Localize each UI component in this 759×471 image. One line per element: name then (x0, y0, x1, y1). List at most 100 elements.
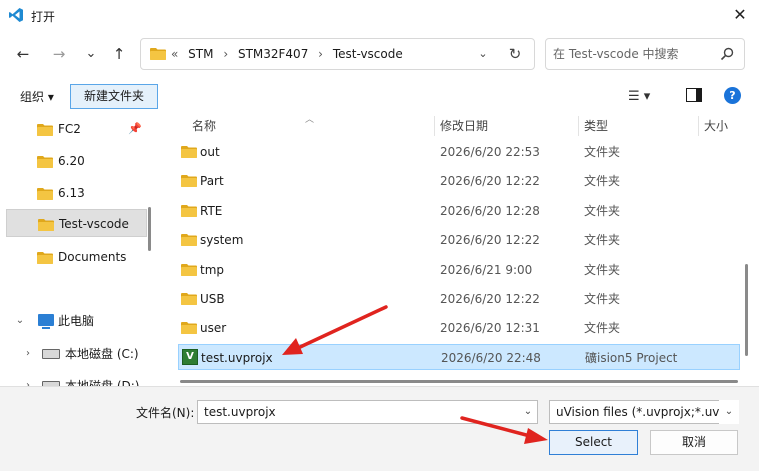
filetype-select[interactable]: uVision files (*.uvprojx;*.uvm (549, 400, 739, 424)
folder-icon (37, 188, 53, 200)
folder-icon (181, 322, 197, 334)
search-box[interactable]: 在 Test-vscode 中搜索 (545, 38, 745, 70)
vscode-logo-icon (9, 8, 23, 22)
chevron-down-icon[interactable]: ⌄ (719, 400, 739, 424)
chevron-down-icon[interactable]: ⌄ (518, 400, 538, 424)
file-date: 2026/6/20 12:28 (440, 204, 540, 218)
file-date: 2026/6/20 22:53 (440, 145, 540, 159)
file-type: 文件夹 (584, 233, 621, 247)
column-header-size[interactable]: 大小 (704, 114, 728, 138)
refresh-icon[interactable]: ↻ (503, 39, 527, 69)
file-date: 2026/6/20 12:22 (440, 292, 540, 306)
file-row-usb[interactable]: USB 2026/6/20 12:22 文件夹 (178, 286, 740, 312)
folder-icon (181, 264, 197, 276)
breadcrumb-separator[interactable]: › (318, 47, 323, 61)
sidebar-item-documents[interactable]: Documents (6, 243, 147, 271)
breadcrumb-item-stm[interactable]: STM (188, 47, 213, 61)
file-type: 文件夹 (584, 174, 621, 188)
sidebar-item-drive-c[interactable]: 本地磁盘 (C:) (6, 340, 147, 368)
column-divider[interactable] (578, 116, 579, 136)
command-toolbar: 组织 ▾ 新建文件夹 ☰ ▾ ? (0, 78, 759, 114)
folder-icon (181, 175, 197, 187)
column-header-type[interactable]: 类型 (584, 114, 608, 138)
sidebar-scrollbar[interactable] (148, 207, 151, 251)
organize-button[interactable]: 组织 ▾ (12, 86, 62, 108)
sidebar-item-label: 此电脑 (58, 314, 95, 328)
breadcrumb-item-stm32f407[interactable]: STM32F407 (238, 47, 308, 61)
folder-icon (181, 146, 197, 158)
breadcrumb-overflow[interactable]: « (171, 47, 178, 61)
cancel-button[interactable]: 取消 (650, 430, 738, 455)
breadcrumb-separator[interactable]: › (223, 47, 228, 61)
sidebar-item-drive-d[interactable]: 本地磁盘 (D:) (6, 372, 147, 386)
file-name: system (200, 233, 244, 247)
file-row-out[interactable]: out 2026/6/20 22:53 文件夹 (178, 139, 740, 165)
folder-icon (181, 234, 197, 246)
help-icon[interactable]: ? (724, 87, 741, 104)
navigation-pane: FC2 📌 6.20 6.13 Test-vscode Documents ⌄ … (0, 114, 158, 386)
sidebar-item-fc2[interactable]: FC2 📌 (6, 115, 147, 143)
file-row-system[interactable]: system 2026/6/20 12:22 文件夹 (178, 227, 740, 253)
address-bar[interactable]: « STM › STM32F407 › Test-vscode ⌄ ↻ (140, 38, 535, 70)
file-row-test-uvprojx[interactable]: Vtest.uvprojx 2026/6/20 22:48 礦ision5 Proj… (178, 344, 740, 370)
preview-pane-icon[interactable] (686, 88, 702, 102)
recent-locations-icon[interactable]: ⌄ (80, 43, 102, 65)
file-type: 文件夹 (584, 292, 621, 306)
column-header-name[interactable]: 名称 (192, 114, 216, 138)
file-name: out (200, 145, 220, 159)
search-icon[interactable] (720, 47, 734, 61)
chevron-down-icon[interactable]: ⌄ (473, 39, 493, 69)
breadcrumb-item-test-vscode[interactable]: Test-vscode (333, 47, 403, 61)
file-name: test.uvprojx (201, 351, 273, 365)
folder-icon (37, 124, 53, 136)
folder-icon (37, 252, 53, 264)
file-date: 2026/6/20 12:22 (440, 174, 540, 188)
file-name: tmp (200, 263, 225, 277)
sidebar-item-label: 6.20 (58, 154, 85, 168)
file-row-part[interactable]: Part 2026/6/20 12:22 文件夹 (178, 168, 740, 194)
horizontal-scrollbar[interactable] (180, 380, 738, 383)
column-divider[interactable] (434, 116, 435, 136)
new-folder-button[interactable]: 新建文件夹 (70, 84, 158, 109)
pin-icon[interactable]: 📌 (128, 115, 142, 143)
filename-label: 文件名(N): (136, 406, 195, 420)
sidebar-item-label: 本地磁盘 (C:) (65, 347, 139, 361)
computer-icon (38, 314, 54, 329)
title-bar: 打开 ✕ (0, 0, 759, 32)
folder-icon (37, 156, 53, 168)
vertical-scrollbar[interactable] (745, 264, 748, 356)
up-arrow-icon[interactable]: ↑ (108, 43, 130, 65)
folder-icon (38, 219, 54, 231)
sidebar-item-6-13[interactable]: 6.13 (6, 179, 147, 207)
forward-arrow-icon[interactable]: → (48, 43, 70, 65)
view-options-icon[interactable]: ☰ ▾ (628, 86, 668, 108)
sidebar-item-label: 6.13 (58, 186, 85, 200)
sort-caret-icon: ︿ (305, 115, 315, 125)
breadcrumb: « STM › STM32F407 › Test-vscode (171, 39, 409, 69)
file-row-user[interactable]: user 2026/6/20 12:31 文件夹 (178, 315, 740, 341)
column-headers: ︿ 名称 修改日期 类型 大小 (162, 114, 759, 138)
file-type: 文件夹 (584, 145, 621, 159)
back-arrow-icon[interactable]: ← (12, 43, 34, 65)
sidebar-item-label: FC2 (58, 122, 81, 136)
sidebar-item-this-pc[interactable]: 此电脑 (6, 307, 147, 335)
close-icon[interactable]: ✕ (726, 2, 754, 28)
search-input[interactable]: 在 Test-vscode 中搜索 (553, 39, 679, 69)
file-date: 2026/6/20 22:48 (441, 351, 541, 365)
file-row-rte[interactable]: RTE 2026/6/20 12:28 文件夹 (178, 198, 740, 224)
file-date: 2026/6/20 12:22 (440, 233, 540, 247)
file-name: Part (200, 174, 224, 188)
sidebar-item-test-vscode[interactable]: Test-vscode (6, 209, 147, 237)
folder-icon (181, 205, 197, 217)
sidebar-item-label: Documents (58, 250, 127, 264)
column-header-date[interactable]: 修改日期 (440, 114, 488, 138)
file-name: USB (200, 292, 225, 306)
column-divider[interactable] (698, 116, 699, 136)
select-button[interactable]: Select (549, 430, 638, 455)
window-title: 打开 (31, 10, 56, 24)
file-row-tmp[interactable]: tmp 2026/6/21 9:00 文件夹 (178, 257, 740, 283)
file-list: ︿ 名称 修改日期 类型 大小 out 2026/6/20 22:53 文件夹 Par… (162, 114, 759, 386)
sidebar-item-6-20[interactable]: 6.20 (6, 147, 147, 175)
filename-input[interactable]: test.uvprojx (197, 400, 538, 424)
file-name: RTE (200, 204, 223, 218)
